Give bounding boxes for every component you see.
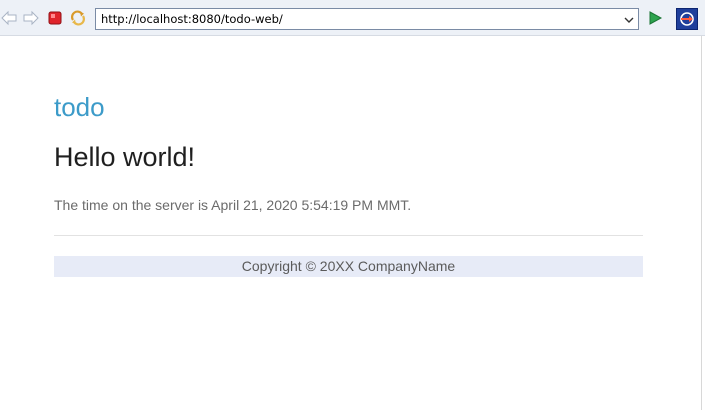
page-heading: Hello world! — [54, 142, 196, 172]
divider — [54, 235, 643, 236]
back-arrow-icon[interactable] — [1, 10, 17, 26]
refresh-icon[interactable] — [70, 10, 86, 26]
open-external-icon[interactable] — [676, 8, 698, 30]
browser-toolbar: http://localhost:8080/todo-web/ — [0, 0, 705, 36]
footer-copyright: Copyright © 20XX CompanyName — [54, 256, 643, 277]
go-play-icon[interactable] — [647, 10, 663, 26]
address-bar[interactable]: http://localhost:8080/todo-web/ — [95, 8, 639, 30]
server-time-text: The time on the server is April 21, 2020… — [54, 197, 412, 213]
chevron-down-icon[interactable] — [623, 13, 635, 25]
viewport-edge — [701, 36, 702, 410]
forward-arrow-icon[interactable] — [23, 10, 39, 26]
brand-title[interactable]: todo — [54, 92, 105, 122]
address-text[interactable]: http://localhost:8080/todo-web/ — [101, 12, 283, 26]
stop-icon[interactable] — [47, 10, 63, 26]
